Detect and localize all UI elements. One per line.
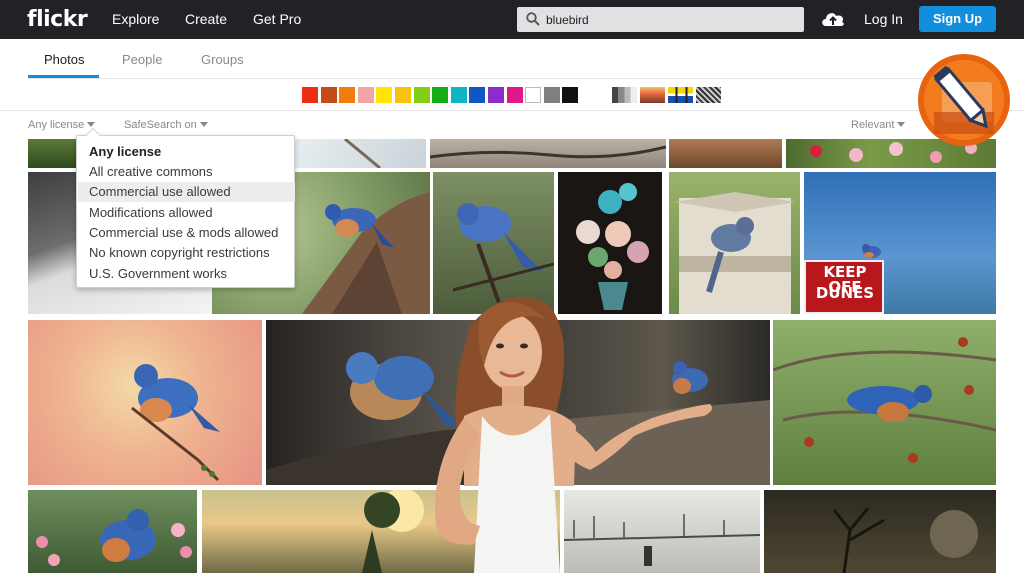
bluebird-berries-image: [773, 337, 996, 463]
photo-thumbnail[interactable]: [669, 139, 782, 168]
style-shallow-depth[interactable]: [640, 87, 665, 103]
style-minimalist[interactable]: [668, 87, 693, 103]
bird-on-sign-image: [862, 244, 881, 258]
branch-image: [430, 145, 666, 159]
color-swatch[interactable]: [432, 87, 449, 103]
login-link[interactable]: Log In: [864, 11, 903, 27]
safesearch-filter[interactable]: SafeSearch on: [124, 119, 208, 131]
menu-item-any-license[interactable]: Any license: [78, 142, 295, 162]
nav-create-link[interactable]: Create: [185, 11, 227, 27]
tab-people[interactable]: People: [122, 52, 162, 67]
color-swatch[interactable]: [339, 87, 356, 103]
chevron-down-icon: [199, 122, 208, 127]
color-swatch[interactable]: [469, 87, 486, 103]
upload-cloud-icon[interactable]: [820, 8, 846, 30]
sort-filter[interactable]: Relevant: [851, 119, 906, 131]
menu-item-no-known-copyright[interactable]: No known copyright restrictions: [78, 243, 295, 263]
color-swatch[interactable]: [394, 87, 411, 103]
license-dropdown-menu: Any license All creative commons Commerc…: [76, 127, 295, 288]
style-black-white[interactable]: [612, 87, 637, 103]
nav-get-pro-link[interactable]: Get Pro: [253, 11, 301, 27]
search-input[interactable]: [546, 10, 796, 29]
menu-item-commercial-use[interactable]: Commercial use allowed: [78, 182, 295, 202]
tab-groups[interactable]: Groups: [201, 52, 244, 67]
color-filter-swatches: [302, 87, 581, 103]
color-swatch[interactable]: [302, 87, 318, 103]
photo-thumbnail[interactable]: [430, 139, 666, 168]
color-swatch[interactable]: [357, 87, 374, 103]
color-swatch[interactable]: [320, 87, 337, 103]
bluebird-pastel-image: [131, 364, 220, 482]
safesearch-filter-label: SafeSearch on: [124, 119, 197, 131]
dark-tree-image: [832, 507, 978, 573]
search-icon: [526, 12, 540, 26]
photo-thumbnail[interactable]: [295, 139, 426, 168]
color-swatch[interactable]: [413, 87, 430, 103]
photo-thumbnail[interactable]: KEEP OFF DUNES: [804, 172, 996, 314]
active-tab-indicator: [28, 75, 99, 78]
photo-thumbnail[interactable]: [773, 320, 996, 485]
chevron-down-icon: [897, 122, 906, 127]
branch-image: [344, 139, 381, 168]
bluebird-blossoms-image: [36, 509, 192, 566]
color-swatch[interactable]: [562, 87, 579, 103]
menu-item-all-creative-commons[interactable]: All creative commons: [78, 162, 295, 182]
license-filter-label: Any license: [28, 119, 85, 131]
signup-button[interactable]: Sign Up: [919, 6, 996, 32]
photo-thumbnail[interactable]: [764, 490, 996, 573]
top-nav-bar: flickr Explore Create Get Pro Log In Sig…: [0, 0, 1024, 39]
style-patterns[interactable]: [696, 87, 721, 103]
pencil-badge-icon: [918, 54, 1010, 146]
tab-photos[interactable]: Photos: [44, 52, 84, 67]
color-swatch[interactable]: [376, 87, 393, 103]
color-swatch[interactable]: [543, 87, 560, 103]
search-subnav: Photos People Groups: [0, 39, 1024, 111]
flickr-logo[interactable]: flickr: [27, 7, 88, 32]
color-swatch[interactable]: [450, 87, 467, 103]
photo-thumbnail[interactable]: [28, 320, 262, 485]
presenter-woman-overlay: [435, 296, 712, 573]
style-filter-swatches: [612, 87, 724, 103]
color-swatch[interactable]: [487, 87, 504, 103]
sort-filter-label: Relevant: [851, 119, 895, 131]
photo-thumbnail[interactable]: [28, 490, 197, 573]
menu-item-commercial-and-mods[interactable]: Commercial use & mods allowed: [78, 223, 295, 243]
color-swatch[interactable]: [525, 87, 542, 103]
color-swatch[interactable]: [506, 87, 523, 103]
chevron-down-icon: [87, 122, 96, 127]
menu-item-us-government[interactable]: U.S. Government works: [78, 264, 295, 284]
tabs-divider: [28, 78, 996, 79]
license-filter[interactable]: Any license: [28, 119, 96, 131]
menu-item-modifications[interactable]: Modifications allowed: [78, 203, 295, 223]
nav-explore-link[interactable]: Explore: [112, 11, 159, 27]
search-box[interactable]: [517, 7, 804, 32]
photo-thumbnail[interactable]: [28, 139, 76, 168]
